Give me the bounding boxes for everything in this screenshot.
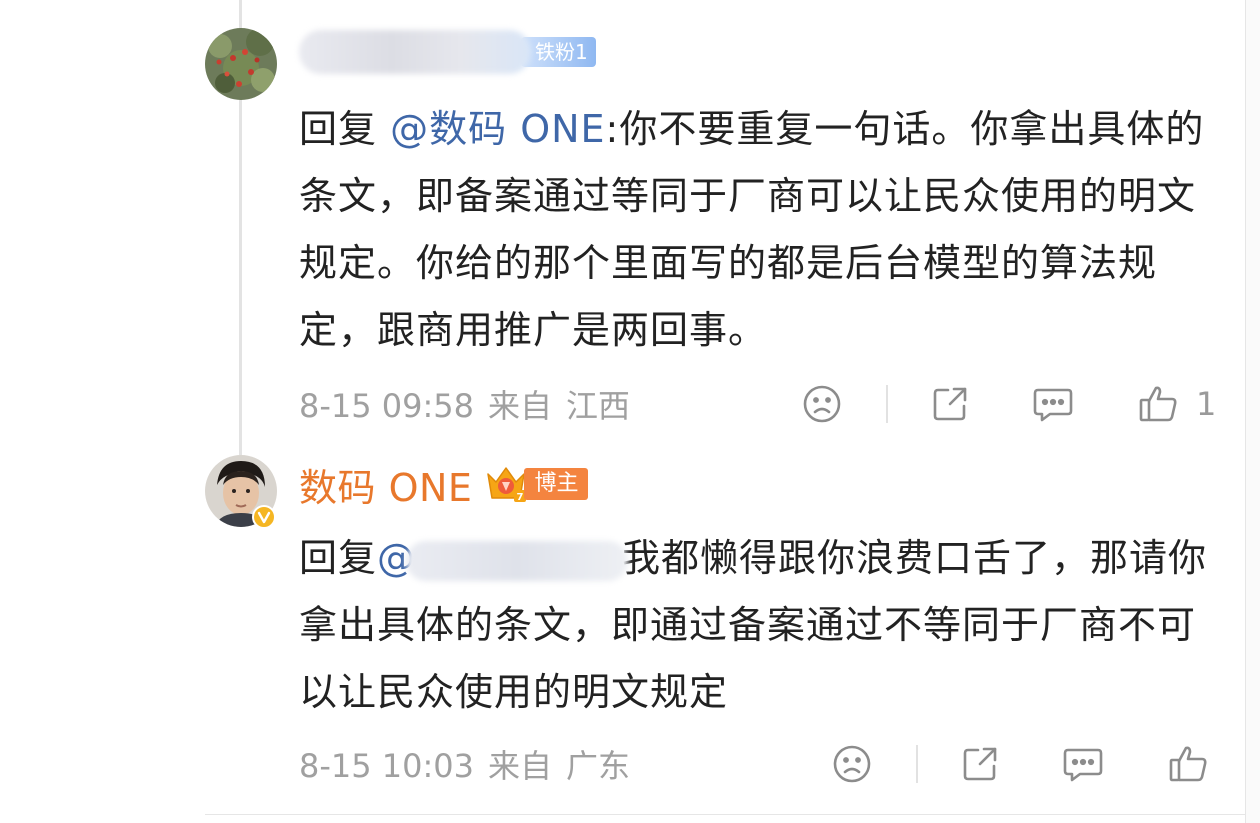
reply-prefix: 回复 (299, 536, 378, 580)
thumbs-up-icon[interactable] (1138, 384, 1178, 424)
comment-text: 回复 @数码 ONE:你不要重复一句话。你拿出具体的条文，即备案通过等同于厂商可… (299, 96, 1229, 364)
author-row: 数码 ONE 7 博主 (299, 457, 589, 512)
comment-item: 数码 ONE 7 博主 回复@ 我都懒得跟你浪费口舌了，那请你拿出具体的条文，即通… (0, 455, 1260, 813)
comment-source: 来自 (488, 747, 553, 785)
crown-level: 7 (517, 492, 524, 503)
sad-face-icon[interactable] (802, 384, 842, 424)
reply-prefix: 回复 (299, 107, 378, 151)
comment-date: 8-15 09:58 (299, 387, 475, 425)
sad-face-icon[interactable] (832, 744, 872, 784)
share-icon[interactable] (960, 744, 1000, 784)
author-name-blurred[interactable] (299, 30, 531, 74)
bottom-divider (205, 814, 1246, 815)
comment-icon[interactable] (1032, 384, 1073, 424)
blogger-badge[interactable]: 博主 (524, 468, 589, 500)
comment-item: 铁粉1 回复 @数码 ONE:你不要重复一句话。你拿出具体的条文，即备案通过等同… (0, 0, 1260, 455)
avatar[interactable] (205, 28, 277, 100)
comment-source: 来自 (488, 387, 553, 425)
comment-date: 8-15 10:03 (299, 747, 475, 785)
mention-link[interactable]: @数码 ONE (390, 107, 605, 151)
thumbs-up-icon[interactable] (1168, 744, 1208, 784)
verified-badge-icon (252, 505, 276, 529)
comment-location: 广东 (566, 747, 631, 785)
comment-actions: 1 (802, 380, 1216, 428)
author-name[interactable]: 数码 ONE (299, 457, 472, 512)
action-divider (886, 385, 888, 423)
share-icon[interactable] (930, 384, 970, 424)
fan-badge[interactable]: 铁粉1 (521, 37, 596, 67)
mention-blurred[interactable] (406, 540, 629, 581)
comment-location: 江西 (566, 387, 631, 425)
comment-text: 回复@ 我都懒得跟你浪费口舌了，那请你拿出具体的条文，即通过备案通过不等同于厂商不… (299, 525, 1229, 726)
crown-icon: 7 (484, 464, 528, 504)
action-divider (916, 745, 918, 783)
like-count: 1 (1196, 385, 1217, 423)
comment-actions (832, 740, 1226, 788)
author-row: 铁粉1 (299, 30, 596, 74)
comment-icon[interactable] (1062, 744, 1103, 784)
